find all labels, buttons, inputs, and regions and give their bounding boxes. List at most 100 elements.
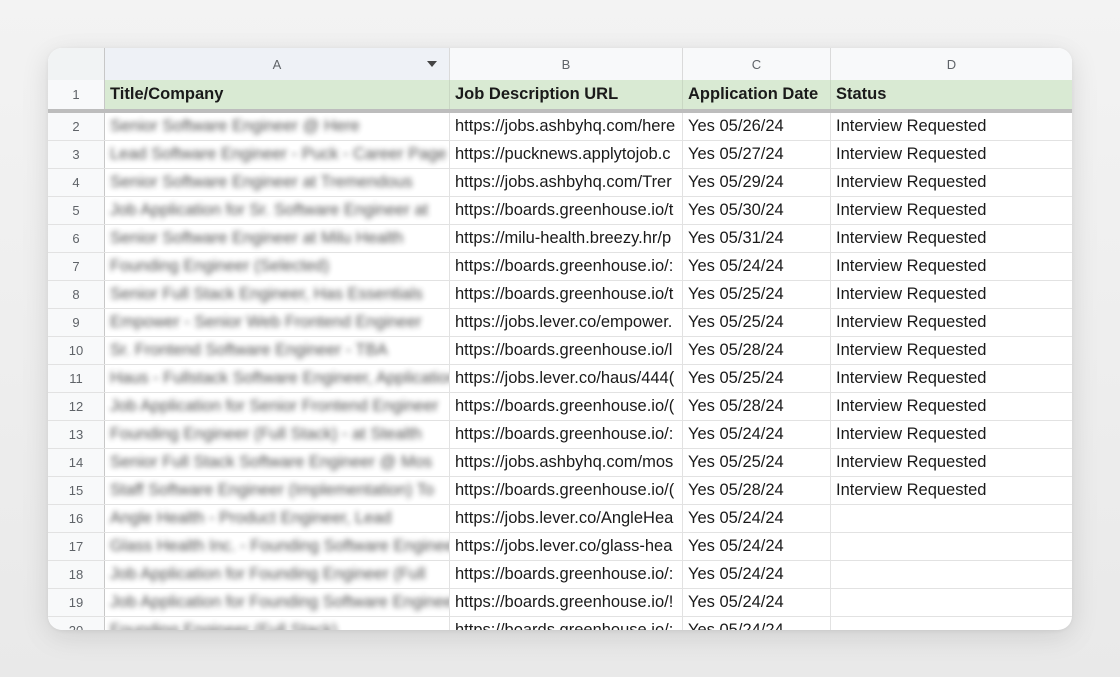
row-number[interactable]: 14 <box>48 449 105 476</box>
cell-title[interactable]: Senior Full Stack Software Engineer @ Mo… <box>105 449 450 476</box>
cell-date[interactable]: Yes 05/29/24 <box>683 169 831 196</box>
select-all-corner[interactable] <box>48 48 105 80</box>
row-number[interactable]: 7 <box>48 253 105 280</box>
cell-date[interactable]: Yes 05/26/24 <box>683 113 831 140</box>
row-number[interactable]: 3 <box>48 141 105 168</box>
row-number[interactable]: 11 <box>48 365 105 392</box>
cell-status[interactable]: Interview Requested <box>831 421 1072 448</box>
cell-title[interactable]: Glass Health Inc. - Founding Software En… <box>105 533 450 560</box>
cell-title[interactable]: Staff Software Engineer (Implementation)… <box>105 477 450 504</box>
cell-url[interactable]: https://boards.greenhouse.io/( <box>450 477 683 504</box>
cell-date[interactable]: Yes 05/28/24 <box>683 393 831 420</box>
row-number[interactable]: 15 <box>48 477 105 504</box>
cell-title[interactable]: Job Application for Sr. Software Enginee… <box>105 197 450 224</box>
cell-status[interactable]: Interview Requested <box>831 477 1072 504</box>
row-number[interactable]: 2 <box>48 113 105 140</box>
cell-date[interactable]: Yes 05/25/24 <box>683 309 831 336</box>
cell-url[interactable]: https://boards.greenhouse.io/t <box>450 281 683 308</box>
row-number[interactable]: 10 <box>48 337 105 364</box>
cell-date[interactable]: Yes 05/27/24 <box>683 141 831 168</box>
column-header-b[interactable]: B <box>450 48 683 80</box>
cell-status[interactable]: Interview Requested <box>831 113 1072 140</box>
cell-title[interactable]: Senior Full Stack Engineer, Has Essentia… <box>105 281 450 308</box>
cell-url[interactable]: https://boards.greenhouse.io/( <box>450 393 683 420</box>
cell-date[interactable]: Yes 05/24/24 <box>683 617 831 630</box>
header-cell-url[interactable]: Job Description URL <box>450 80 683 109</box>
cell-status[interactable]: Interview Requested <box>831 141 1072 168</box>
cell-status[interactable]: Interview Requested <box>831 197 1072 224</box>
cell-status[interactable]: Interview Requested <box>831 309 1072 336</box>
cell-url[interactable]: https://boards.greenhouse.io/! <box>450 589 683 616</box>
cell-url[interactable]: https://boards.greenhouse.io/l <box>450 337 683 364</box>
cell-status[interactable] <box>831 561 1072 588</box>
chevron-down-icon[interactable] <box>427 61 437 67</box>
cell-title[interactable]: Haus - Fullstack Software Engineer, Appl… <box>105 365 450 392</box>
row-number[interactable]: 9 <box>48 309 105 336</box>
cell-status[interactable]: Interview Requested <box>831 449 1072 476</box>
cell-date[interactable]: Yes 05/24/24 <box>683 533 831 560</box>
cell-status[interactable]: Interview Requested <box>831 365 1072 392</box>
column-header-c[interactable]: C <box>683 48 831 80</box>
cell-date[interactable]: Yes 05/24/24 <box>683 253 831 280</box>
cell-url[interactable]: https://boards.greenhouse.io/: <box>450 253 683 280</box>
cell-url[interactable]: https://jobs.ashbyhq.com/here <box>450 113 683 140</box>
row-number[interactable]: 17 <box>48 533 105 560</box>
cell-url[interactable]: https://jobs.ashbyhq.com/Trer <box>450 169 683 196</box>
row-number[interactable]: 4 <box>48 169 105 196</box>
header-cell-status[interactable]: Status <box>831 80 1072 109</box>
cell-status[interactable] <box>831 589 1072 616</box>
cell-date[interactable]: Yes 05/28/24 <box>683 477 831 504</box>
cell-title[interactable]: Empower - Senior Web Frontend Engineer <box>105 309 450 336</box>
row-number[interactable]: 19 <box>48 589 105 616</box>
cell-title[interactable]: Senior Software Engineer at Milu Health <box>105 225 450 252</box>
cell-title[interactable]: Senior Software Engineer at Tremendous <box>105 169 450 196</box>
cell-date[interactable]: Yes 05/24/24 <box>683 505 831 532</box>
header-cell-date[interactable]: Application Date <box>683 80 831 109</box>
cell-date[interactable]: Yes 05/28/24 <box>683 337 831 364</box>
cell-title[interactable]: Job Application for Senior Frontend Engi… <box>105 393 450 420</box>
row-number[interactable]: 1 <box>48 80 105 109</box>
cell-url[interactable]: https://jobs.lever.co/empower. <box>450 309 683 336</box>
cell-title[interactable]: Lead Software Engineer - Puck - Career P… <box>105 141 450 168</box>
cell-title[interactable]: Founding Engineer (Selected) <box>105 253 450 280</box>
cell-status[interactable]: Interview Requested <box>831 225 1072 252</box>
row-number[interactable]: 6 <box>48 225 105 252</box>
cell-url[interactable]: https://boards.greenhouse.io/: <box>450 561 683 588</box>
cell-status[interactable]: Interview Requested <box>831 337 1072 364</box>
row-number[interactable]: 20 <box>48 617 105 630</box>
cell-url[interactable]: https://jobs.lever.co/AngleHea <box>450 505 683 532</box>
cell-title[interactable]: Job Application for Founding Engineer (F… <box>105 561 450 588</box>
cell-date[interactable]: Yes 05/25/24 <box>683 449 831 476</box>
cell-title[interactable]: Job Application for Founding Software En… <box>105 589 450 616</box>
cell-url[interactable]: https://boards.greenhouse.io/: <box>450 617 683 630</box>
cell-status[interactable] <box>831 617 1072 630</box>
cell-status[interactable]: Interview Requested <box>831 393 1072 420</box>
cell-url[interactable]: https://pucknews.applytojob.c <box>450 141 683 168</box>
cell-date[interactable]: Yes 05/24/24 <box>683 589 831 616</box>
cell-url[interactable]: https://jobs.ashbyhq.com/mos <box>450 449 683 476</box>
cell-url[interactable]: https://jobs.lever.co/haus/444( <box>450 365 683 392</box>
row-number[interactable]: 5 <box>48 197 105 224</box>
row-number[interactable]: 18 <box>48 561 105 588</box>
cell-date[interactable]: Yes 05/24/24 <box>683 421 831 448</box>
column-header-a[interactable]: A <box>105 48 450 80</box>
cell-status[interactable]: Interview Requested <box>831 253 1072 280</box>
cell-status[interactable] <box>831 505 1072 532</box>
cell-url[interactable]: https://boards.greenhouse.io/t <box>450 197 683 224</box>
row-number[interactable]: 13 <box>48 421 105 448</box>
cell-date[interactable]: Yes 05/31/24 <box>683 225 831 252</box>
cell-date[interactable]: Yes 05/30/24 <box>683 197 831 224</box>
row-number[interactable]: 16 <box>48 505 105 532</box>
cell-status[interactable] <box>831 533 1072 560</box>
cell-title[interactable]: Senior Software Engineer @ Here <box>105 113 450 140</box>
cell-status[interactable]: Interview Requested <box>831 169 1072 196</box>
cell-status[interactable]: Interview Requested <box>831 281 1072 308</box>
cell-url[interactable]: https://milu-health.breezy.hr/p <box>450 225 683 252</box>
cell-title[interactable]: Founding Engineer (Full Stack) <box>105 617 450 630</box>
cell-url[interactable]: https://boards.greenhouse.io/: <box>450 421 683 448</box>
cell-title[interactable]: Angle Health - Product Engineer, Lead <box>105 505 450 532</box>
cell-url[interactable]: https://jobs.lever.co/glass-hea <box>450 533 683 560</box>
header-cell-title[interactable]: Title/Company <box>105 80 450 109</box>
row-number[interactable]: 8 <box>48 281 105 308</box>
cell-title[interactable]: Sr. Frontend Software Engineer - TBA <box>105 337 450 364</box>
